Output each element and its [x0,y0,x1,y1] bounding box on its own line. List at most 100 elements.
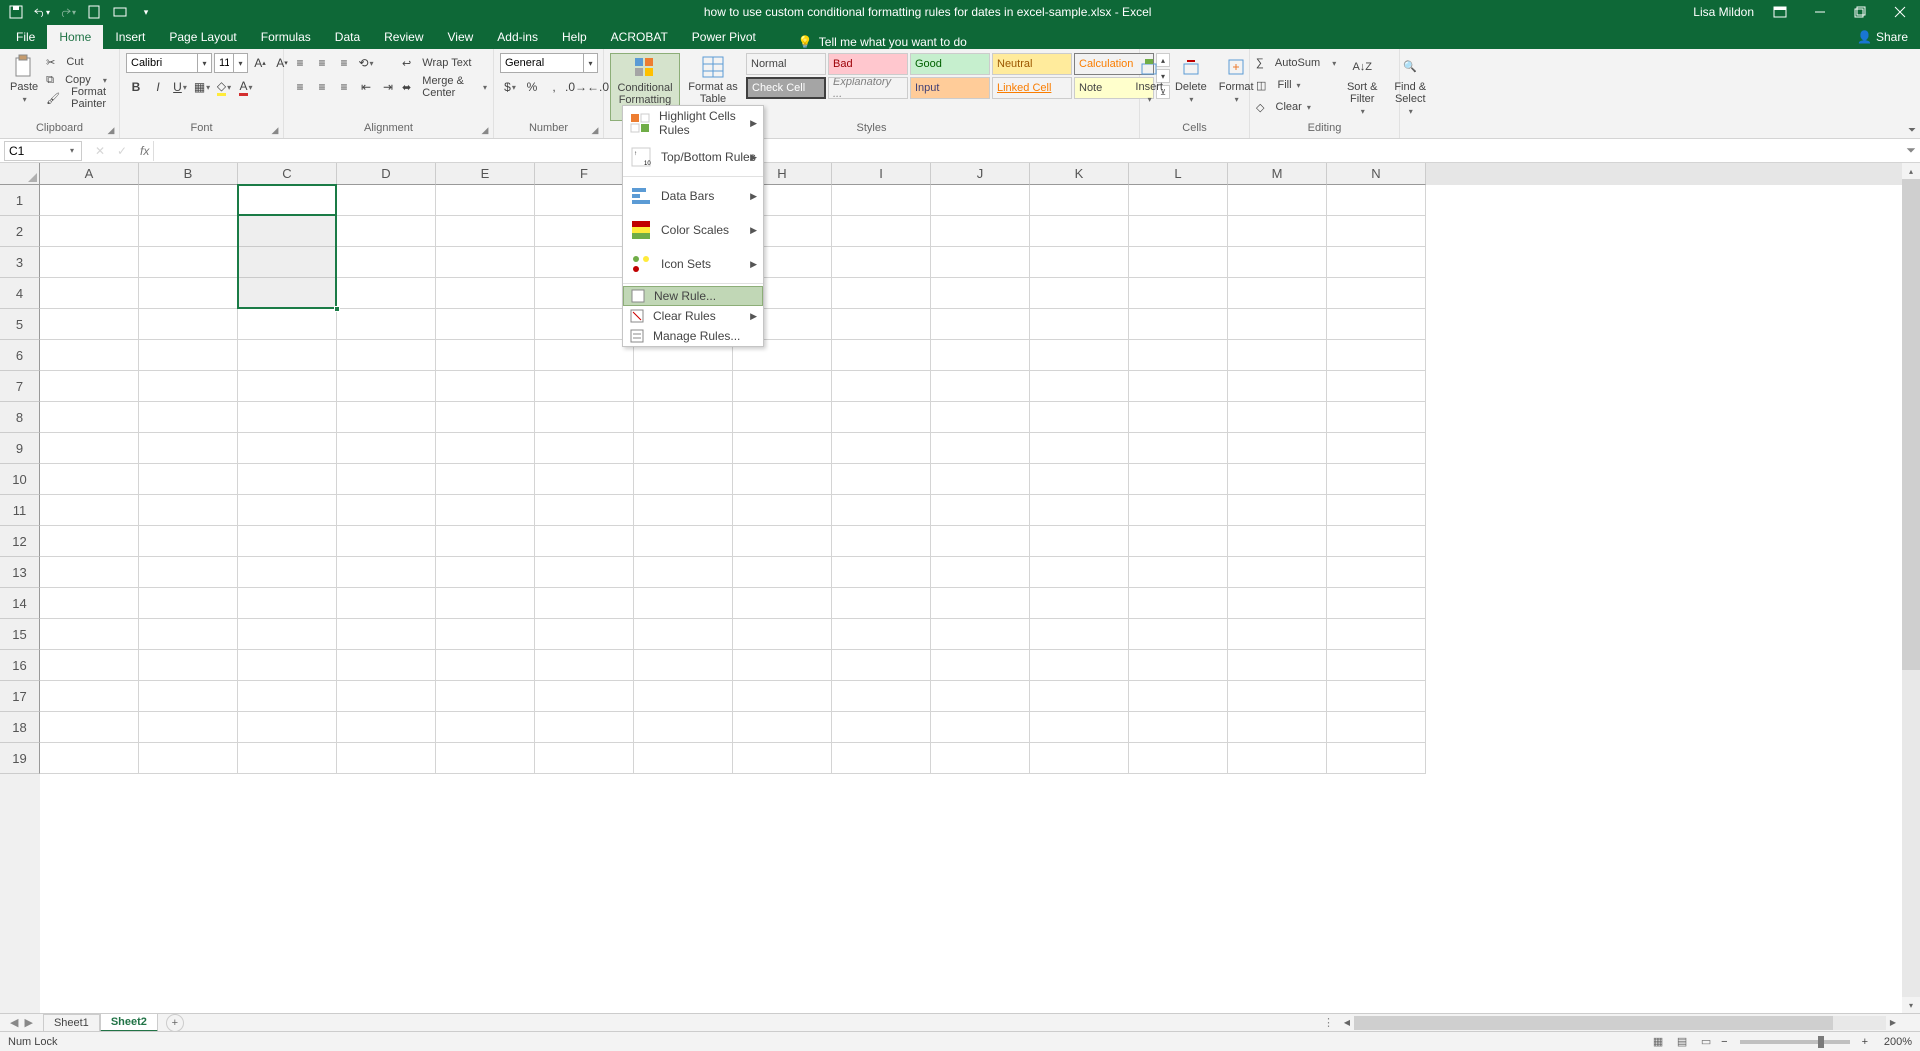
cells-area[interactable] [40,185,1902,995]
row-header-13[interactable]: 13 [0,557,40,588]
cell[interactable] [139,185,238,216]
cell[interactable] [1327,495,1426,526]
cell[interactable] [1327,216,1426,247]
cell[interactable] [1228,464,1327,495]
cell[interactable] [1129,619,1228,650]
cell[interactable] [733,588,832,619]
cell[interactable] [436,216,535,247]
increase-decimal-button[interactable]: .0→ [566,77,586,97]
tab-help[interactable]: Help [550,25,599,49]
cell[interactable] [436,278,535,309]
cell[interactable] [337,340,436,371]
fx-icon[interactable]: fx [136,144,153,158]
cell[interactable] [238,650,337,681]
vertical-scrollbar[interactable]: ▴ ▾ [1902,163,1920,1013]
cell[interactable] [1327,619,1426,650]
cell[interactable] [733,557,832,588]
style-check-cell[interactable]: Check Cell [746,77,826,99]
cell[interactable] [832,526,931,557]
cell[interactable] [931,495,1030,526]
row-header-11[interactable]: 11 [0,495,40,526]
insert-cells-button[interactable]: Insert▾ [1131,53,1167,107]
number-format-input[interactable] [500,53,584,73]
decrease-indent-button[interactable]: ⇤ [356,77,376,97]
cell[interactable] [1228,185,1327,216]
sheet-nav-prev[interactable]: ◀ [10,1016,18,1029]
cell[interactable] [733,619,832,650]
new-file-icon[interactable] [86,4,102,20]
cell[interactable] [1129,340,1228,371]
cell[interactable] [931,619,1030,650]
column-header-A[interactable]: A [40,163,139,185]
menu-color-scales[interactable]: Color Scales ▶ [623,213,763,247]
vscroll-thumb[interactable] [1902,179,1920,670]
cell[interactable] [337,743,436,774]
user-name[interactable]: Lisa Mildon [1693,5,1754,19]
cell[interactable] [1327,340,1426,371]
column-header-E[interactable]: E [436,163,535,185]
cell[interactable] [1129,650,1228,681]
cell[interactable] [337,495,436,526]
zoom-in-button[interactable]: + [1858,1036,1872,1048]
underline-button[interactable]: U▾ [170,77,190,97]
wrap-text-button[interactable]: ↩ Wrap Text [402,53,487,73]
cell[interactable] [436,743,535,774]
cell[interactable] [40,216,139,247]
cell[interactable] [733,712,832,743]
cell[interactable] [733,371,832,402]
cell[interactable] [238,681,337,712]
comma-format-button[interactable]: , [544,77,564,97]
cell[interactable] [238,712,337,743]
align-right-button[interactable]: ≡ [334,77,354,97]
font-name-input[interactable] [126,53,198,73]
customize-qat[interactable]: ▾ [138,4,154,20]
cell[interactable] [139,526,238,557]
borders-button[interactable]: ▦▾ [192,77,212,97]
cell[interactable] [832,278,931,309]
cell[interactable] [1030,712,1129,743]
cell[interactable] [634,464,733,495]
cell[interactable] [40,743,139,774]
font-name-dropdown[interactable]: ▾ [198,53,212,73]
cell[interactable] [436,619,535,650]
cell[interactable] [535,495,634,526]
cell[interactable] [1327,371,1426,402]
cell[interactable] [1327,185,1426,216]
name-box-input[interactable] [5,144,65,158]
cell[interactable] [1030,247,1129,278]
scroll-right-button[interactable]: ▶ [1886,1016,1900,1030]
scroll-down-button[interactable]: ▾ [1902,997,1920,1013]
cell[interactable] [139,309,238,340]
cell[interactable] [1129,402,1228,433]
format-painter-button[interactable]: 🖌 Format Painter [46,89,113,107]
menu-new-rule[interactable]: New Rule... [623,286,763,306]
cell[interactable] [238,743,337,774]
tab-addins[interactable]: Add-ins [485,25,550,49]
cell[interactable] [1327,650,1426,681]
cell[interactable] [1030,433,1129,464]
cell[interactable] [337,557,436,588]
row-header-12[interactable]: 12 [0,526,40,557]
cell[interactable] [337,309,436,340]
cell[interactable] [1327,712,1426,743]
cell[interactable] [634,433,733,464]
cell[interactable] [535,340,634,371]
cell[interactable] [1228,712,1327,743]
cell[interactable] [1030,743,1129,774]
cell[interactable] [40,650,139,681]
cell[interactable] [1030,371,1129,402]
cell[interactable] [1228,340,1327,371]
cell[interactable] [40,278,139,309]
redo-button[interactable]: ▾ [60,4,76,20]
cell[interactable] [931,371,1030,402]
style-neutral[interactable]: Neutral [992,53,1072,75]
tab-view[interactable]: View [436,25,486,49]
cell[interactable] [832,247,931,278]
cell[interactable] [1228,278,1327,309]
cell[interactable] [40,340,139,371]
cancel-formula-button[interactable]: ✕ [92,144,108,158]
cell[interactable] [1228,681,1327,712]
style-explanatory[interactable]: Explanatory ... [828,77,908,99]
cell[interactable] [139,464,238,495]
cell[interactable] [1030,216,1129,247]
